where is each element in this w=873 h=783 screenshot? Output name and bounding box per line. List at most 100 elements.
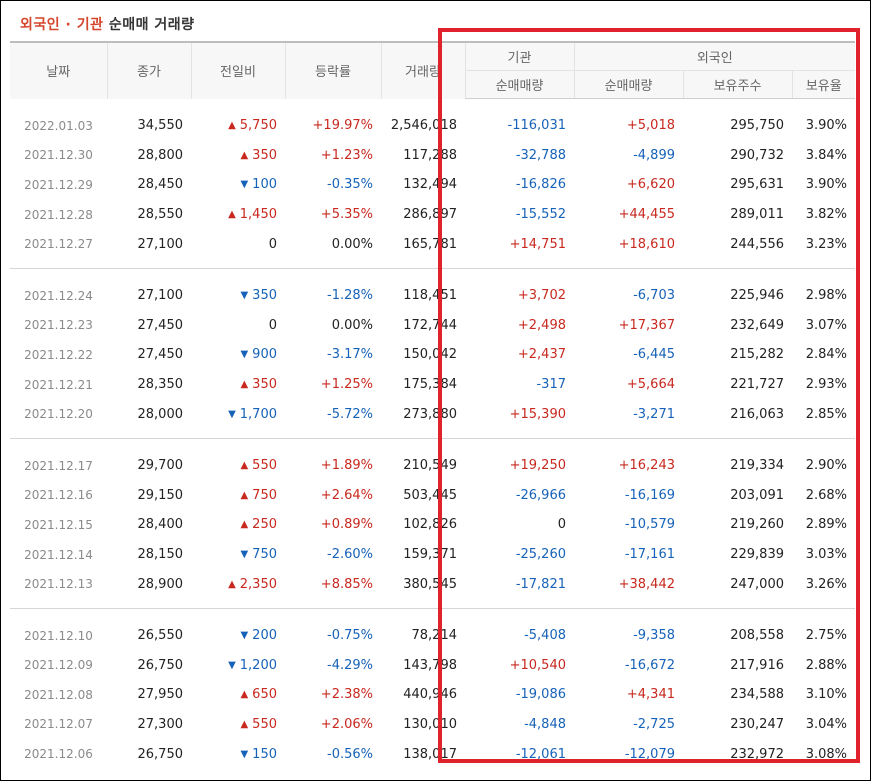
up-triangle-icon: ▲ — [240, 379, 249, 391]
change-value: 0 — [268, 236, 277, 252]
up-triangle-icon: ▲ — [240, 489, 249, 501]
close-cell: 27,950 — [137, 687, 184, 703]
date-cell: 2021.12.13 — [24, 577, 93, 592]
change-cell: ▲ 1,450 — [191, 200, 285, 230]
inst-net-cell: +15,390 — [509, 406, 566, 422]
col-change: 전일비 — [190, 41, 285, 99]
volume-cell: 503,445 — [403, 487, 457, 503]
date-cell: 2021.12.06 — [24, 747, 93, 762]
change-value: 550 — [252, 716, 277, 732]
close-cell: 29,150 — [137, 487, 184, 503]
inst-net-cell: 0 — [557, 517, 566, 533]
volume-cell: 210,549 — [403, 458, 457, 474]
rate-cell: +5.35% — [320, 207, 373, 223]
table-row: 2021.12.09 26,750 ▼ 1,200 -4.29% 143,798 +10,5… — [10, 651, 855, 681]
frgn-ratio-cell: 3.03% — [805, 547, 848, 563]
frgn-hold-cell: 295,631 — [730, 177, 784, 193]
frgn-hold-cell: 229,839 — [730, 547, 784, 563]
content-frame: 외국인 · 기관 순매매 거래량 날짜 종가 전일비 등락률 거래량 기관 외국… — [0, 0, 871, 781]
frgn-ratio-cell: 2.89% — [805, 517, 848, 533]
volume-cell: 2,546,018 — [390, 118, 457, 134]
inst-net-cell: -15,552 — [515, 207, 566, 223]
frgn-hold-cell: 221,727 — [730, 377, 784, 393]
change-value: 100 — [252, 177, 277, 193]
date-cell: 2021.12.28 — [24, 207, 93, 222]
close-cell: 28,400 — [137, 517, 184, 533]
change-value: 650 — [252, 687, 277, 703]
frgn-ratio-cell: 3.90% — [805, 118, 848, 134]
change-cell: 0 — [191, 229, 285, 259]
frgn-net-cell: +38,442 — [618, 576, 675, 592]
frgn-ratio-cell: 3.07% — [805, 317, 848, 333]
frgn-hold-cell: 290,732 — [730, 147, 784, 163]
frgn-ratio-cell: 2.93% — [805, 377, 848, 393]
frgn-ratio-cell: 2.98% — [805, 288, 848, 304]
table-row: 2021.12.15 28,400 ▲ 250 +0.89% 102,826 0 -10,57… — [10, 510, 855, 540]
frgn-ratio-cell: 2.68% — [805, 487, 848, 503]
close-cell: 26,550 — [137, 628, 184, 644]
rate-cell: -3.17% — [327, 347, 373, 363]
col-close: 종가 — [106, 41, 191, 99]
change-cell: ▲ 5,750 — [191, 111, 285, 141]
change-value: 1,200 — [239, 657, 277, 673]
down-triangle-icon: ▼ — [240, 290, 249, 302]
volume-cell: 159,371 — [403, 547, 457, 563]
col-frgn-net: 순매매량 — [573, 70, 683, 99]
down-triangle-icon: ▼ — [240, 349, 249, 361]
change-value: 2,350 — [239, 576, 277, 592]
volume-cell: 118,451 — [403, 288, 457, 304]
date-cell: 2021.12.08 — [24, 687, 93, 702]
inst-net-cell: -12,061 — [515, 746, 566, 762]
change-value: 1,700 — [239, 406, 277, 422]
down-triangle-icon: ▼ — [240, 179, 249, 191]
up-triangle-icon: ▲ — [228, 578, 236, 590]
frgn-net-cell: -10,579 — [624, 517, 675, 533]
rate-cell: +1.89% — [320, 458, 373, 474]
close-cell: 26,750 — [137, 657, 184, 673]
group-separator — [10, 598, 856, 609]
col-group-institution: 기관 — [464, 41, 574, 71]
frgn-net-cell: -17,161 — [624, 547, 675, 563]
section-title: 외국인 · 기관 순매매 거래량 — [20, 14, 195, 34]
col-rate: 등락률 — [284, 41, 381, 99]
frgn-hold-cell: 232,972 — [730, 746, 784, 762]
inst-net-cell: +19,250 — [509, 458, 566, 474]
change-value: 900 — [252, 347, 277, 363]
frgn-hold-cell: 203,091 — [730, 487, 784, 503]
change-value: 1,450 — [239, 207, 277, 223]
frgn-ratio-cell: 2.90% — [805, 458, 848, 474]
change-cell: ▲ 750 — [191, 481, 285, 511]
close-cell: 28,000 — [137, 406, 184, 422]
down-triangle-icon: ▼ — [228, 408, 236, 420]
rate-cell: +2.38% — [320, 687, 373, 703]
volume-cell: 130,010 — [403, 716, 457, 732]
inst-net-cell: +14,751 — [509, 236, 566, 252]
frgn-net-cell: -6,445 — [633, 347, 675, 363]
change-cell: ▲ 550 — [191, 451, 285, 481]
frgn-net-cell: -3,271 — [633, 406, 675, 422]
date-cell: 2021.12.15 — [24, 517, 93, 532]
change-value: 750 — [252, 547, 277, 563]
volume-cell: 380,545 — [403, 576, 457, 592]
inst-net-cell: -5,408 — [524, 628, 566, 644]
frgn-net-cell: +44,455 — [618, 207, 675, 223]
up-triangle-icon: ▲ — [228, 209, 236, 221]
volume-cell: 132,494 — [403, 177, 457, 193]
frgn-hold-cell: 219,260 — [730, 517, 784, 533]
frgn-hold-cell: 230,247 — [730, 716, 784, 732]
rate-cell: +1.23% — [320, 147, 373, 163]
up-triangle-icon: ▲ — [228, 120, 236, 132]
col-inst-net: 순매매량 — [464, 70, 574, 99]
volume-cell: 102,826 — [403, 517, 457, 533]
change-value: 5,750 — [239, 118, 277, 134]
table-row: 2021.12.27 27,100 0 0.00% 165,781 +14,751 +18,… — [10, 229, 855, 259]
volume-cell: 273,880 — [403, 406, 457, 422]
group-spacer — [10, 268, 855, 281]
change-cell: ▼ 1,700 — [191, 399, 285, 429]
rate-cell: +8.85% — [320, 576, 373, 592]
change-cell: ▲ 550 — [191, 710, 285, 740]
close-cell: 28,550 — [137, 207, 184, 223]
frgn-ratio-cell: 2.88% — [805, 657, 848, 673]
frgn-hold-cell: 232,649 — [730, 317, 784, 333]
frgn-ratio-cell: 2.75% — [805, 628, 848, 644]
